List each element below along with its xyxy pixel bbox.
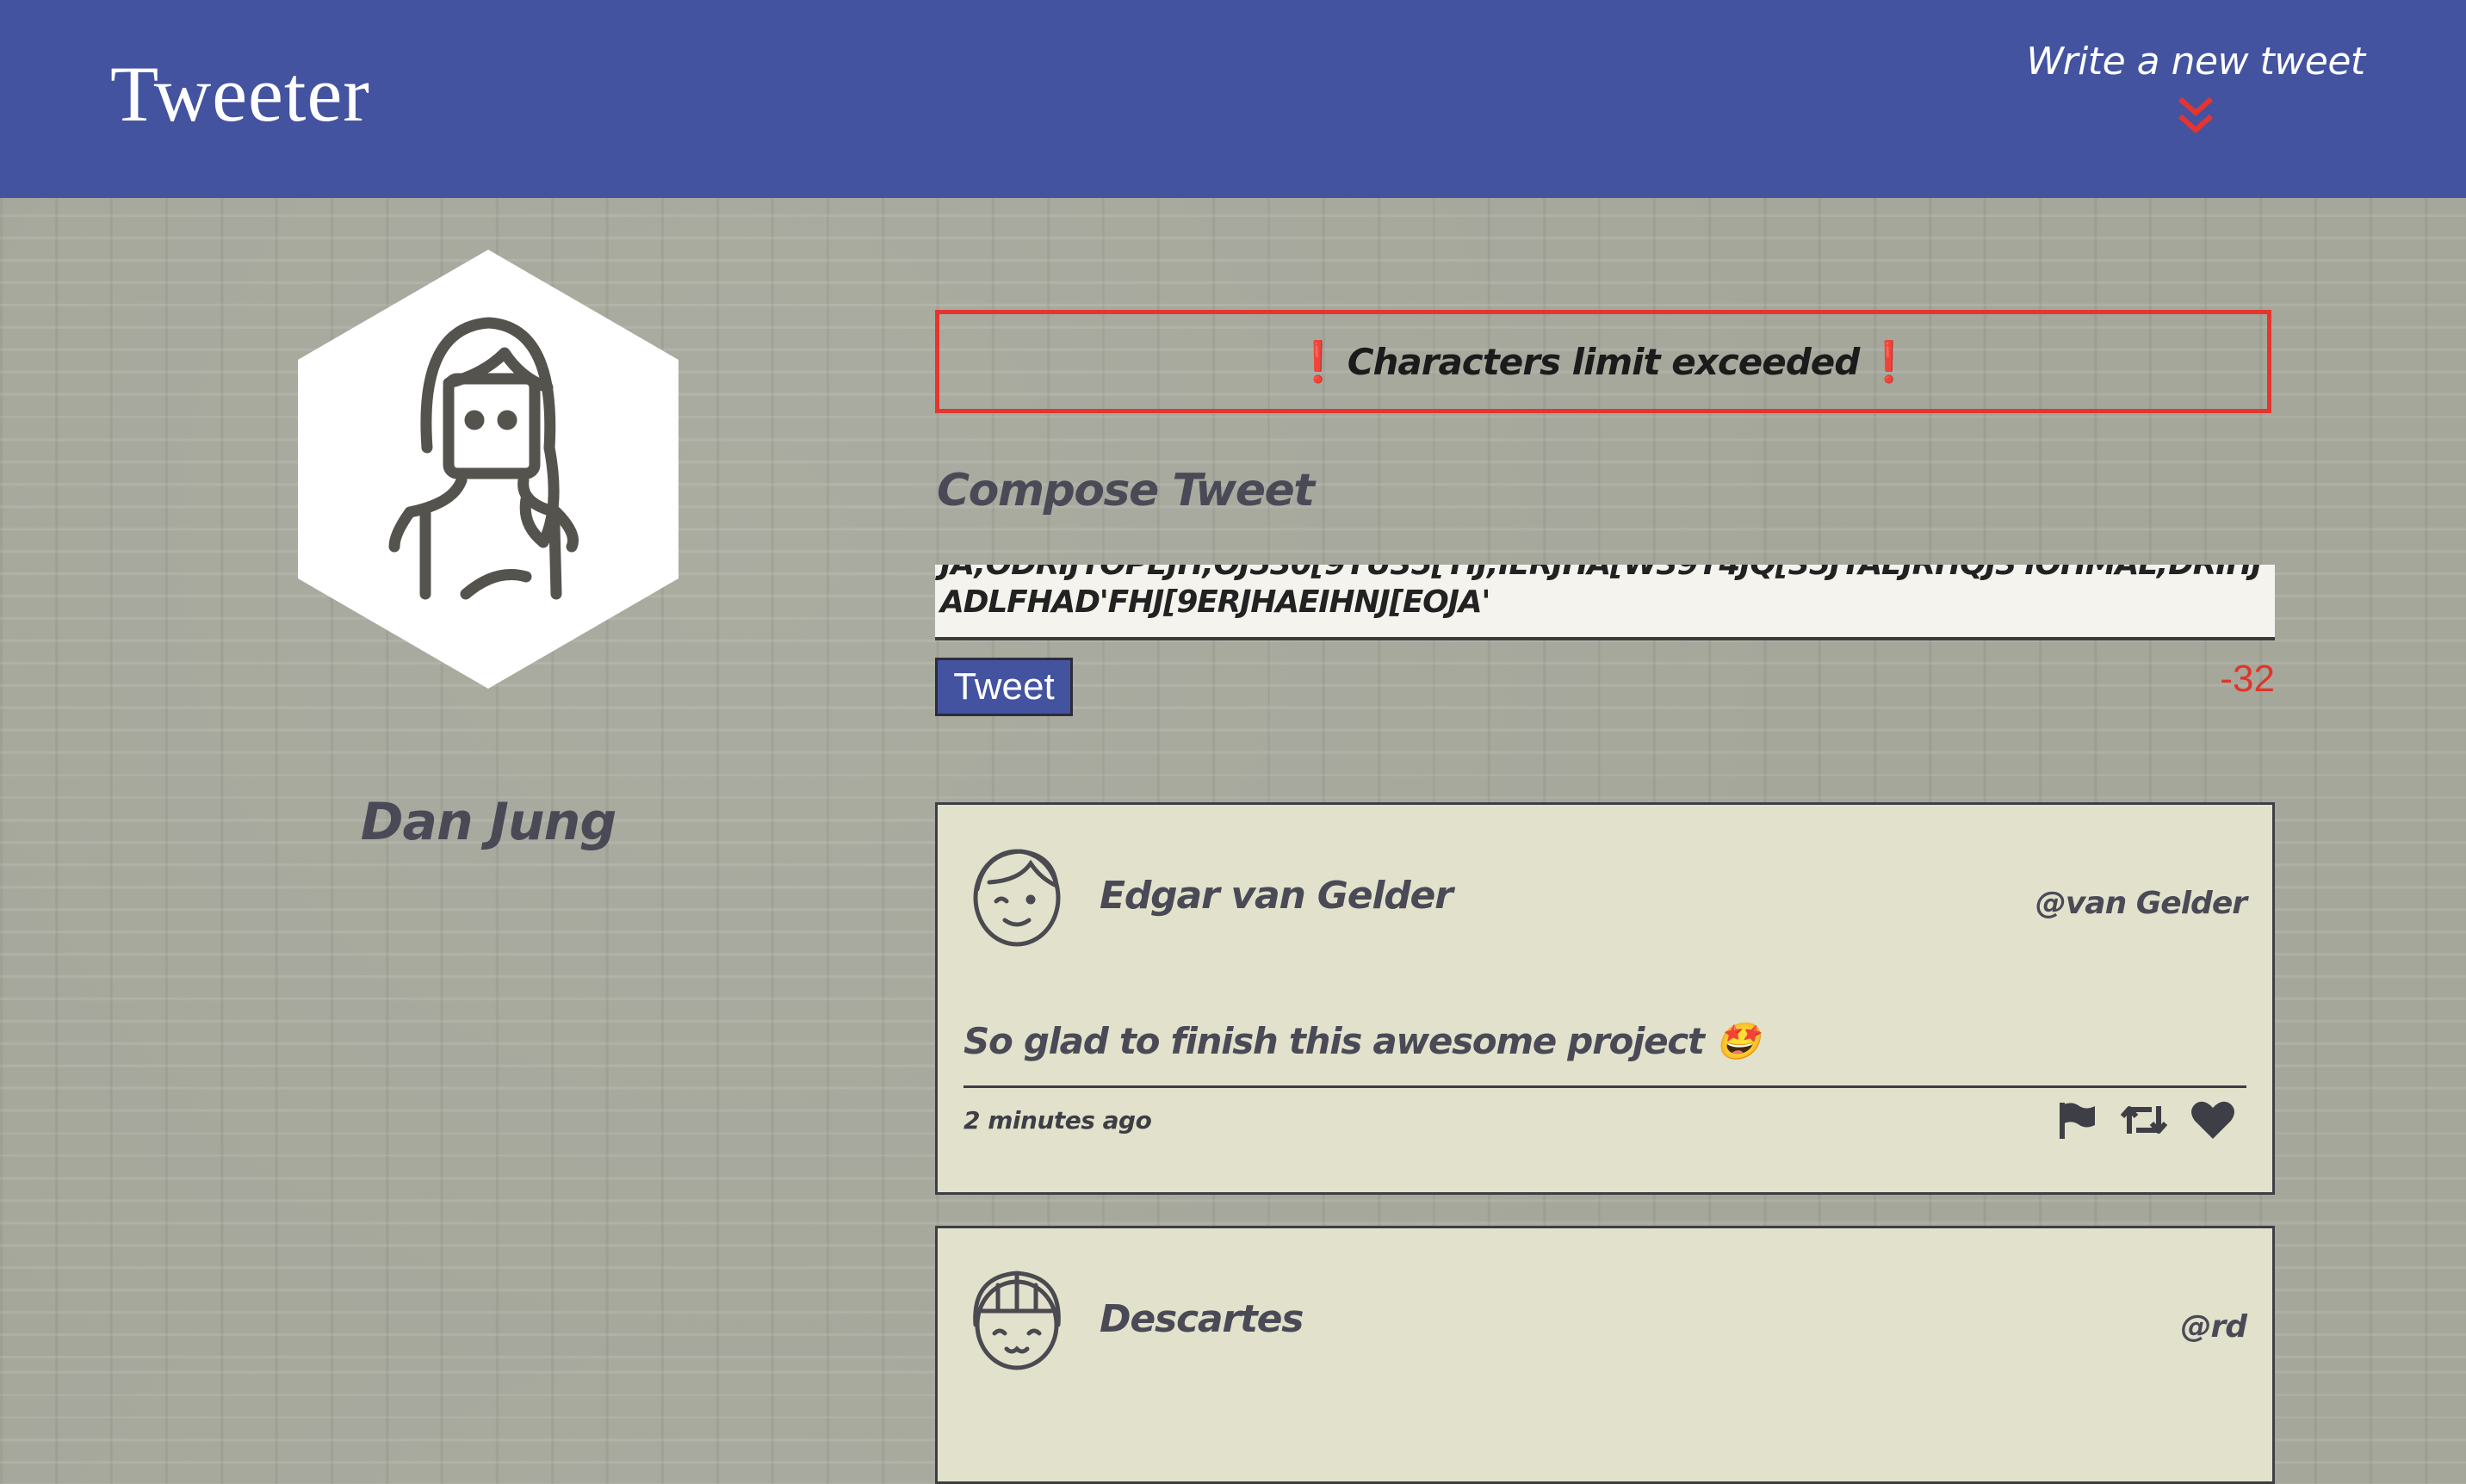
error-message-text: Characters limit exceeded [1347,340,1861,383]
tweet-author-name: Edgar van Gelder [1100,874,1453,918]
double-chevron-down-icon[interactable] [2177,96,2215,137]
tweet-textarea-text[interactable]: JA;ODRIJYOPEJH;OJ530[9YU35[YIJ;IERJHA[W3… [940,565,2270,621]
star-struck-emoji-icon: 🤩 [1715,1020,1760,1062]
girl-avatar-icon [973,1271,1061,1370]
tweet-author-handle: @rd [2180,1309,2247,1345]
tweet-timestamp: 2 minutes ago [963,1106,1152,1135]
retweet-icon[interactable] [2119,1099,2169,1145]
exclamation-icon: ❗ [1864,337,1913,385]
profile-name: Dan Jung [360,792,617,852]
compose-tweet-title: Compose Tweet [937,465,1315,516]
heart-icon[interactable] [2190,1099,2236,1145]
man-avatar-icon [973,849,1061,947]
profile-avatar [298,250,678,689]
navbar: Tweeter Write a new tweet [0,0,2466,198]
tweet-card: Edgar van Gelder @van Gelder So glad to … [935,802,2275,1195]
write-new-tweet-label[interactable]: Write a new tweet [2023,40,2368,83]
error-message-box: ❗ Characters limit exceeded ❗ [935,310,2271,413]
tweet-card: Descartes @rd [935,1226,2275,1484]
tweet-author-handle: @van Gelder [2035,886,2247,921]
tweet-content: So glad to finish this awesome project 🤩 [963,1020,2246,1088]
exclamation-icon: ❗ [1293,337,1342,385]
tweet-submit-button[interactable]: Tweet [935,658,1073,716]
write-new-tweet-toggle[interactable]: Write a new tweet [2023,40,2368,160]
character-counter: -32 [2220,658,2275,700]
tweet-author-name: Descartes [1100,1297,1304,1341]
tweet-actions [2057,1099,2236,1145]
brand-logo[interactable]: Tweeter [110,48,370,139]
tweet-textarea[interactable]: JA;ODRIJYOPEJH;OJ530[9YU35[YIJ;IERJHA[W3… [935,565,2275,640]
tweet-content-text: So glad to finish this awesome project [963,1020,1705,1062]
flag-icon[interactable] [2057,1099,2098,1145]
